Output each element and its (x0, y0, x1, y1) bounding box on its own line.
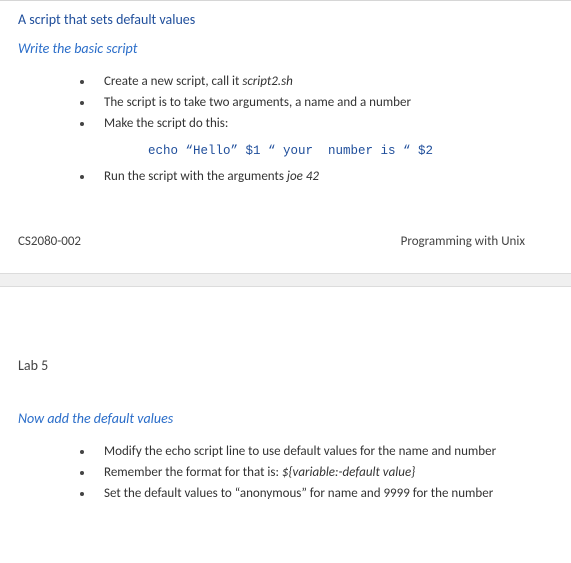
text-italic: ${variable:-default value} (282, 465, 415, 480)
list-item: The script is to take two arguments, a n… (80, 94, 553, 113)
lab-label: Lab 5 (18, 357, 553, 374)
code-line: echo “Hello” $1 “ your number is “ $2 (148, 144, 553, 158)
bullet-text: The script is to take two arguments, a n… (104, 94, 553, 113)
list-item: Set the default values to “anonymous” fo… (80, 485, 553, 504)
text-pre: The script is to take two arguments, a n… (104, 95, 411, 110)
text-italic: joe 42 (287, 169, 319, 184)
text-pre: Make the script do this: (104, 116, 228, 131)
slide-1: A script that sets default values Write … (0, 0, 571, 273)
slide1-bullets-b: Run the script with the arguments joe 42 (80, 168, 553, 187)
footer-left: CS2080-002 (18, 234, 81, 249)
slide1-heading: A script that sets default values (18, 11, 553, 28)
list-item: Create a new script, call it script2.sh (80, 73, 553, 92)
text-pre: Modify the echo script line to use defau… (104, 444, 496, 459)
list-item: Run the script with the arguments joe 42 (80, 168, 553, 187)
text-pre: Remember the format for that is: (104, 465, 282, 480)
bullet-text: Remember the format for that is: ${varia… (104, 464, 553, 483)
slide1-footer: CS2080-002 Programming with Unix (18, 234, 553, 249)
list-item: Make the script do this: (80, 115, 553, 134)
bullet-text: Modify the echo script line to use defau… (104, 443, 553, 462)
bullet-icon (80, 122, 84, 126)
slide1-bullets-a: Create a new script, call it script2.sh … (80, 73, 553, 134)
bullet-icon (80, 492, 84, 496)
bullet-text: Set the default values to “anonymous” fo… (104, 485, 553, 504)
slide-2-spacer: Lab 5 (0, 287, 571, 374)
bullet-icon (80, 450, 84, 454)
bullet-text: Run the script with the arguments joe 42 (104, 168, 553, 187)
footer-right: Programming with Unix (401, 234, 525, 249)
bullet-icon (80, 175, 84, 179)
slide1-subheading: Write the basic script (18, 40, 553, 57)
bullet-icon (80, 101, 84, 105)
text-pre: Run the script with the arguments (104, 169, 287, 184)
list-item: Modify the echo script line to use defau… (80, 443, 553, 462)
bullet-text: Make the script do this: (104, 115, 553, 134)
slide-gap (0, 273, 571, 287)
bullet-icon (80, 80, 84, 84)
text-pre: Create a new script, call it (104, 74, 242, 89)
list-item: Remember the format for that is: ${varia… (80, 464, 553, 483)
bullet-icon (80, 471, 84, 475)
text-italic: script2.sh (242, 74, 293, 89)
slide-2: Now add the default values Modify the ec… (0, 410, 571, 530)
bullet-text: Create a new script, call it script2.sh (104, 73, 553, 92)
slide2-subheading: Now add the default values (18, 410, 553, 427)
text-pre: Set the default values to “anonymous” fo… (104, 486, 493, 501)
slide2-bullets: Modify the echo script line to use defau… (80, 443, 553, 504)
